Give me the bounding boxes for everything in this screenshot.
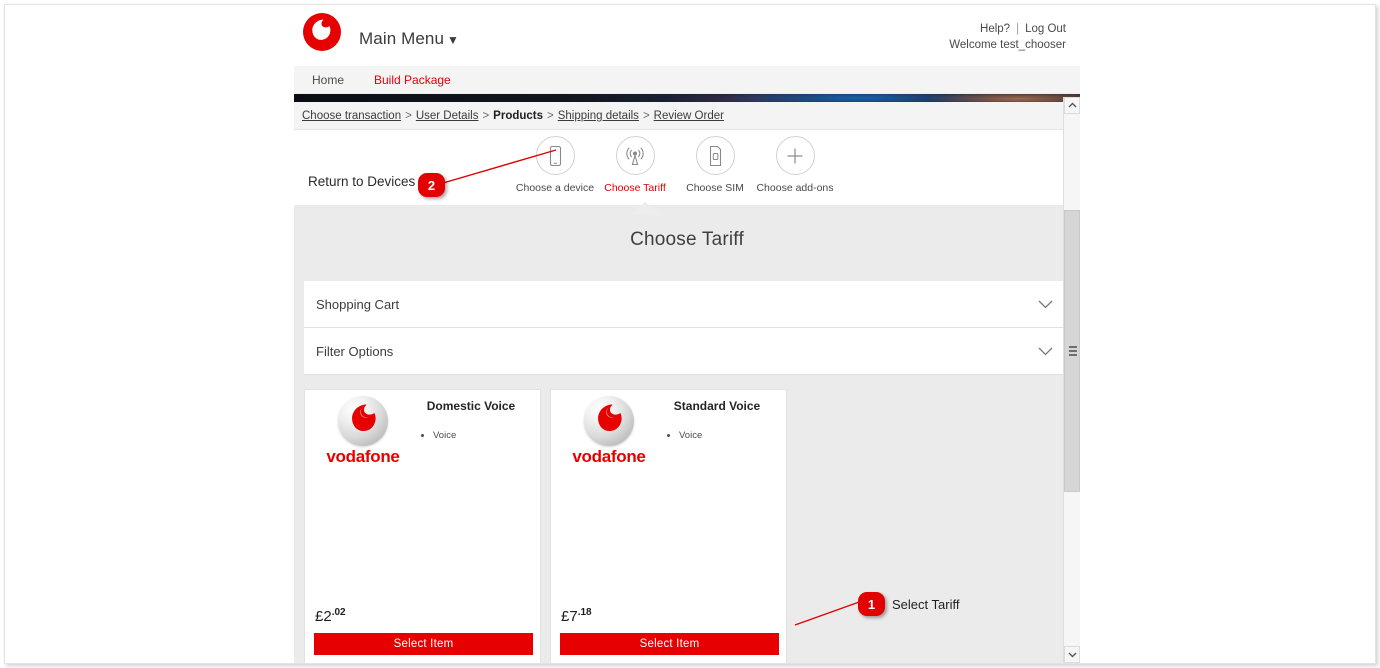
signal-antenna-icon — [615, 136, 655, 175]
product-card-standard-voice[interactable]: vodafone Standard Voice Voice £7.18 Sele… — [550, 389, 787, 663]
primary-nav: Home Build Package — [294, 66, 1080, 94]
logout-link[interactable]: Log Out — [1025, 23, 1066, 35]
scroll-down-button[interactable] — [1064, 646, 1080, 663]
chevron-down-icon — [1068, 652, 1076, 658]
step-choose-sim[interactable]: Choose SIM — [669, 136, 761, 194]
vodafone-brand-logo: vodafone — [319, 396, 407, 467]
breadcrumb-item-choose-transaction[interactable]: Choose transaction — [302, 110, 401, 122]
breadcrumb-item-products: Products — [493, 110, 544, 122]
product-title: Standard Voice — [673, 399, 761, 413]
accordion-filter-options[interactable]: Filter Options — [304, 328, 1070, 375]
step-choose-tariff[interactable]: Choose Tariff — [589, 136, 681, 194]
web-page: Main Menu ▼ Help? | Log Out Welcome test_ch… — [294, 5, 1080, 663]
price-major: £7 — [561, 608, 578, 625]
chevron-down-icon — [1037, 343, 1054, 360]
return-to-devices-link[interactable]: Return to Devices — [308, 174, 415, 189]
main-menu-dropdown[interactable]: Main Menu ▼ — [359, 29, 459, 49]
utility-links: Help? | Log Out Welcome test_chooser — [949, 22, 1066, 53]
product-list: vodafone Domestic Voice Voice £2.02 Sele… — [304, 389, 1070, 663]
chevron-down-icon: ▼ — [447, 33, 459, 47]
plus-icon — [775, 136, 815, 175]
annotation-badge-1: 1 — [858, 592, 885, 616]
panel-pointer-triangle — [629, 202, 661, 215]
scrollbar-thumb[interactable] — [1064, 210, 1080, 492]
product-features: Voice — [423, 429, 456, 442]
step-label: Choose add-ons — [756, 182, 834, 194]
select-item-button[interactable]: Select Item — [560, 633, 779, 655]
step-label: Choose SIM — [686, 182, 744, 194]
price-minor: .18 — [577, 607, 592, 618]
breadcrumb: Choose transaction > User Details > Products… — [302, 110, 724, 122]
link-separator: | — [1016, 23, 1020, 35]
chevron-down-icon — [1037, 296, 1054, 313]
step-choose-a-device[interactable]: Choose a device — [509, 136, 601, 194]
mobile-phone-icon — [535, 136, 575, 175]
sim-card-icon — [695, 136, 735, 175]
welcome-text: Welcome test_chooser — [949, 39, 1066, 51]
product-features: Voice — [669, 429, 702, 442]
annotation-badge-2: 2 — [418, 173, 445, 197]
product-price: £7.18 — [561, 607, 592, 625]
vertical-scrollbar[interactable] — [1063, 97, 1080, 663]
page-title: Choose Tariff — [630, 229, 744, 250]
product-feature: Voice — [679, 429, 702, 442]
vodafone-speechmark-icon — [338, 396, 388, 446]
product-title: Domestic Voice — [426, 399, 516, 413]
accordion-label: Filter Options — [316, 344, 394, 359]
step-label: Choose Tariff — [604, 182, 666, 194]
breadcrumb-item-shipping-details[interactable]: Shipping details — [558, 110, 639, 122]
vodafone-wordmark: vodafone — [326, 447, 400, 466]
nav-item-home[interactable]: Home — [312, 73, 344, 87]
scroll-up-button[interactable] — [1064, 97, 1080, 114]
product-price: £2.02 — [315, 607, 346, 625]
choose-tariff-panel: Choose Tariff Shopping Cart Filter Optio… — [294, 205, 1080, 663]
breadcrumb-separator: > — [547, 110, 554, 122]
screenshot-root: Main Menu ▼ Help? | Log Out Welcome test_ch… — [0, 0, 1380, 668]
breadcrumb-separator: > — [642, 110, 650, 122]
vodafone-brand-logo: vodafone — [565, 396, 653, 467]
breadcrumb-item-review-order[interactable]: Review Order — [654, 110, 724, 122]
product-card-domestic-voice[interactable]: vodafone Domestic Voice Voice £2.02 Sele… — [304, 389, 541, 663]
accordion-shopping-cart[interactable]: Shopping Cart — [304, 281, 1070, 328]
price-major: £2 — [315, 608, 332, 625]
breadcrumb-bar: Choose transaction > User Details > Products… — [294, 102, 1080, 130]
vodafone-wordmark: vodafone — [572, 447, 646, 466]
price-minor: .02 — [331, 607, 346, 618]
select-item-button[interactable]: Select Item — [314, 633, 533, 655]
product-feature: Voice — [433, 429, 456, 442]
card-header: vodafone Domestic Voice Voice — [305, 390, 540, 470]
step-choose-add-ons[interactable]: Choose add-ons — [749, 136, 841, 194]
breadcrumb-separator: > — [482, 110, 490, 122]
site-header: Main Menu ▼ Help? | Log Out Welcome test_ch… — [294, 5, 1080, 66]
help-link[interactable]: Help? — [980, 23, 1010, 35]
breadcrumb-separator: > — [405, 110, 412, 122]
grip-lines-icon — [1069, 346, 1077, 356]
chevron-up-icon — [1068, 102, 1076, 108]
step-label: Choose a device — [515, 182, 595, 194]
main-menu-label: Main Menu — [359, 29, 444, 48]
accordion-label: Shopping Cart — [316, 297, 400, 312]
hero-banner-image — [294, 94, 1080, 102]
vodafone-logo-icon[interactable] — [299, 9, 345, 55]
nav-item-build-package[interactable]: Build Package — [374, 73, 451, 87]
annotation-label-select-tariff: Select Tariff — [892, 597, 960, 612]
breadcrumb-item-user-details[interactable]: User Details — [416, 110, 479, 122]
step-indicator-row: Return to Devices Choose a device Choose… — [294, 130, 1080, 205]
card-header: vodafone Standard Voice Voice — [551, 390, 786, 470]
vodafone-speechmark-icon — [584, 396, 634, 446]
